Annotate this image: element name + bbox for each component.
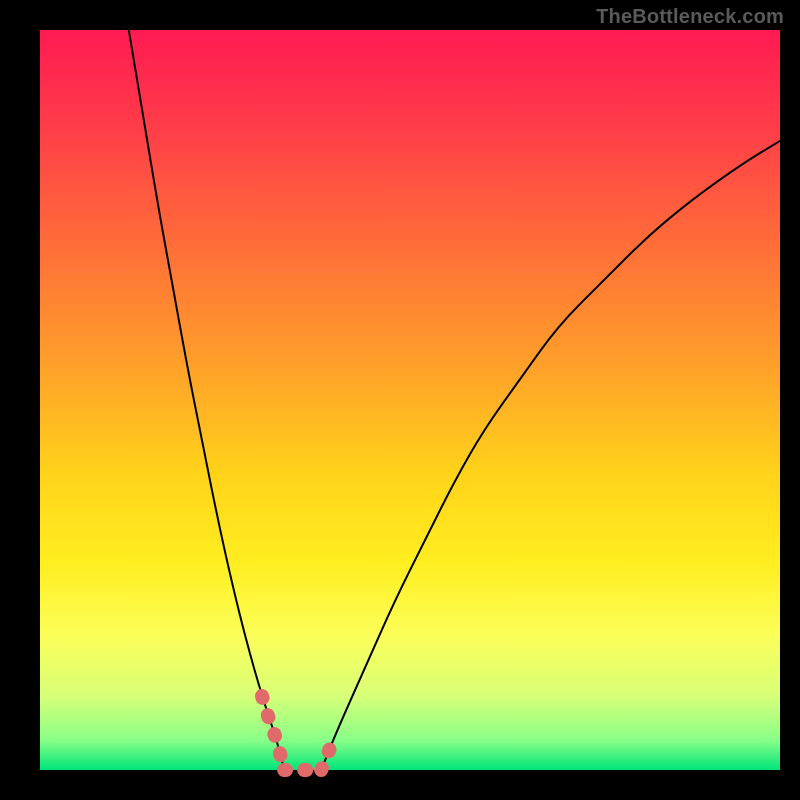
bottleneck-chart: [0, 0, 800, 800]
plot-background: [40, 30, 780, 770]
outer-frame: TheBottleneck.com: [0, 0, 800, 800]
